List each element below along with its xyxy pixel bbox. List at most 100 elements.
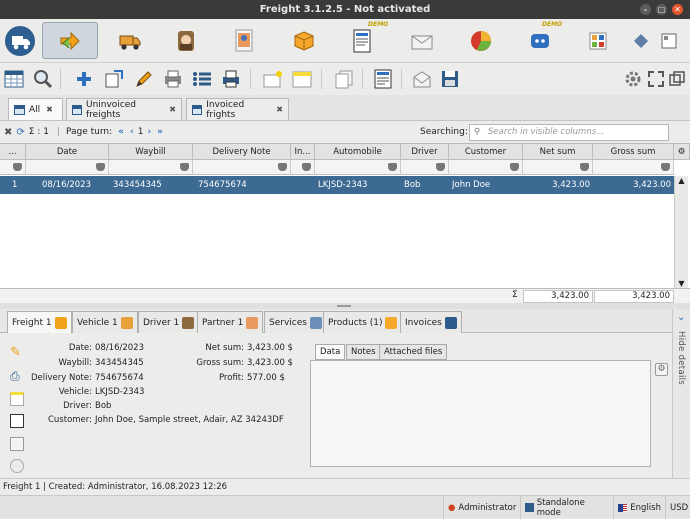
filter-cell[interactable] <box>109 160 193 175</box>
detail-tab-products[interactable]: Products (1) <box>323 311 403 333</box>
tab-all[interactable]: All ✖ <box>8 98 63 120</box>
tab-data[interactable]: Data <box>315 344 346 360</box>
nav-statistics[interactable] <box>455 22 507 59</box>
nav-products[interactable] <box>278 22 330 59</box>
filter-icon <box>13 163 22 171</box>
scroll-down-icon[interactable]: ▼ <box>675 279 688 288</box>
filter-cell[interactable] <box>26 160 109 175</box>
column-header[interactable]: Waybill <box>109 144 193 160</box>
list-view-button[interactable] <box>191 68 213 90</box>
sticky-note-icon[interactable] <box>10 392 24 406</box>
copy-new-button[interactable] <box>103 68 125 90</box>
close-tab-icon[interactable]: ✖ <box>46 105 53 114</box>
search-input[interactable]: ⚲ Search in visible columns... <box>469 124 669 141</box>
vertical-scrollbar[interactable]: ▲ ▼ <box>674 176 688 288</box>
nav-freights[interactable] <box>42 22 98 59</box>
detail-tab-invoices[interactable]: Invoices <box>400 311 462 333</box>
fullscreen-button[interactable] <box>647 68 665 90</box>
close-filter-icon[interactable]: ✖ <box>4 127 12 138</box>
nav-backup[interactable]: DEMO <box>514 21 566 59</box>
collapse-nav-button[interactable] <box>628 22 654 59</box>
detail-tab-services[interactable]: Services <box>264 311 327 333</box>
duplicate-button[interactable] <box>333 68 355 90</box>
detail-tab-vehicle[interactable]: Vehicle 1 <box>72 311 138 333</box>
column-header[interactable]: ... <box>0 144 26 160</box>
printer-icon[interactable]: ⎙ <box>10 369 24 383</box>
search-button[interactable] <box>32 68 54 90</box>
save-button[interactable] <box>439 68 461 90</box>
hide-details-toggle[interactable]: ⌄ Hide details <box>672 309 690 478</box>
window-layout-button[interactable] <box>656 22 682 59</box>
filter-cell[interactable] <box>193 160 291 175</box>
column-header[interactable]: Customer <box>449 144 523 160</box>
column-settings-icon[interactable]: ⚙ <box>674 144 690 160</box>
column-header[interactable]: In... <box>291 144 315 160</box>
table-view-button[interactable] <box>3 68 25 90</box>
close-tab-icon[interactable]: ✖ <box>276 105 283 114</box>
pages-icon[interactable] <box>10 437 24 451</box>
nav-invoices[interactable]: DEMO <box>336 21 388 59</box>
table-row[interactable]: 1 08/16/2023 343454345 754675674 LKJSD-2… <box>0 176 674 194</box>
column-header[interactable]: Driver <box>401 144 449 160</box>
column-header[interactable]: Delivery Note <box>193 144 291 160</box>
language-status[interactable]: English <box>613 496 665 519</box>
scroll-up-icon[interactable]: ▲ <box>675 176 688 185</box>
currency-status[interactable]: USD <box>665 496 690 519</box>
detail-tab-partner[interactable]: Partner 1 <box>197 311 264 333</box>
filter-cell[interactable] <box>315 160 401 175</box>
gear-icon[interactable]: ⚙ <box>655 363 668 376</box>
nav-drivers[interactable] <box>160 22 212 59</box>
filter-cell[interactable] <box>401 160 449 175</box>
printer-icon <box>223 70 239 88</box>
filter-cell[interactable] <box>593 160 674 175</box>
filter-cell[interactable] <box>291 160 315 175</box>
nav-mail[interactable] <box>396 22 448 59</box>
column-header[interactable]: Gross sum <box>593 144 674 160</box>
close-tab-icon[interactable]: ✖ <box>169 105 176 114</box>
nav-partners[interactable] <box>218 22 270 59</box>
filter-cell[interactable] <box>0 160 26 175</box>
column-header[interactable]: Date <box>26 144 109 160</box>
send-email-button[interactable] <box>411 68 433 90</box>
next-page-icon[interactable]: › <box>147 127 151 137</box>
nav-apps[interactable] <box>572 22 624 59</box>
settings-button[interactable] <box>624 68 642 90</box>
invoice-icon[interactable] <box>10 414 24 428</box>
add-button[interactable] <box>73 68 95 90</box>
column-header[interactable]: Net sum <box>523 144 593 160</box>
tab-invoiced-frights[interactable]: Invoiced frights ✖ <box>186 98 289 120</box>
edit-button[interactable] <box>133 68 155 90</box>
tab-uninvoiced-freights[interactable]: Uninvoiced freights ✖ <box>66 98 182 120</box>
cloud-icon <box>531 33 549 48</box>
home-button[interactable] <box>2 22 38 59</box>
print-list-button[interactable] <box>162 68 184 90</box>
sticky-note-button[interactable] <box>291 68 313 90</box>
new-note-button[interactable] <box>262 68 284 90</box>
freight-detail-panel: ✎ ⎙ Date: 08/16/2023 Waybill: 343454345 … <box>0 333 672 478</box>
envelope-open-icon[interactable] <box>10 459 24 473</box>
mode-status[interactable]: Standalone mode <box>520 496 613 519</box>
close-window-button[interactable]: ✕ <box>672 4 683 15</box>
detail-tab-freight[interactable]: Freight 1 <box>7 311 72 333</box>
print-button[interactable] <box>220 68 242 90</box>
restore-button[interactable] <box>668 68 686 90</box>
toolbar-separator <box>321 69 322 89</box>
maximize-button[interactable]: □ <box>656 4 667 15</box>
tab-notes[interactable]: Notes <box>346 344 381 360</box>
record-status: Freight 1 | Created: Administrator, 16.0… <box>0 478 690 495</box>
filter-cell[interactable] <box>523 160 593 175</box>
edit-pencil-icon[interactable]: ✎ <box>10 345 24 360</box>
first-page-icon[interactable]: « <box>118 127 124 137</box>
detail-tab-driver[interactable]: Driver 1 <box>138 311 200 333</box>
nav-vehicles[interactable] <box>104 22 156 59</box>
minimize-button[interactable]: – <box>640 4 651 15</box>
tab-attached-files[interactable]: Attached files <box>379 344 448 360</box>
sticky-note-icon <box>292 71 312 88</box>
user-status[interactable]: ● Administrator <box>443 496 520 519</box>
column-header[interactable]: Automobile <box>315 144 401 160</box>
invoice-button[interactable] <box>372 68 394 90</box>
refresh-icon[interactable]: ⟳ <box>16 127 24 138</box>
last-page-icon[interactable]: » <box>157 127 163 137</box>
prev-page-icon[interactable]: ‹ <box>130 127 134 137</box>
filter-cell[interactable] <box>449 160 523 175</box>
